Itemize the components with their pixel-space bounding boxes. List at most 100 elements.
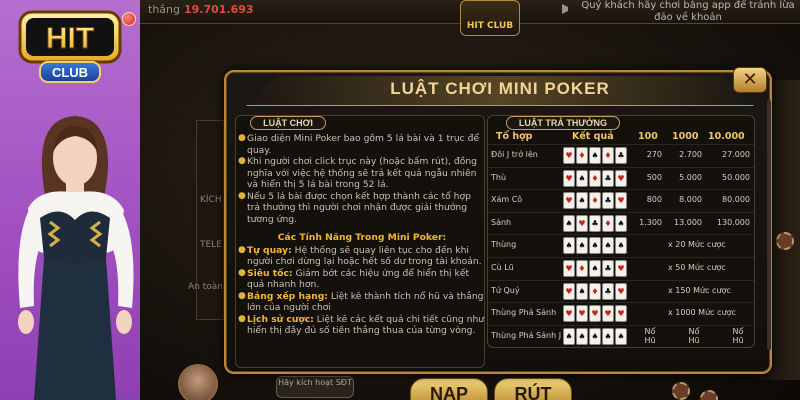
combo-name: Xám Cô	[491, 195, 523, 205]
playing-card: ♦	[589, 192, 601, 210]
playing-card: ♥	[602, 305, 614, 323]
payout-value: 50.000	[722, 172, 750, 182]
rule-item: ● Nếu 5 lá bài được chọn kết hợp thành cá…	[238, 190, 471, 225]
rules-header: LUẬT CHƠI	[250, 116, 326, 130]
activate-phone-button[interactable]: Hãy kích hoạt SĐT	[276, 376, 354, 398]
row-divider	[488, 234, 754, 236]
header-logo: HIT CLUB	[460, 0, 520, 36]
payout-value: 270	[646, 150, 662, 159]
payout-header: LUẬT TRẢ THƯỞNG	[506, 116, 620, 130]
playing-card: ♦	[576, 147, 588, 164]
card-hand: ♥ ♥ ♥ ♥ ♥	[563, 305, 627, 323]
scrollbar[interactable]	[767, 100, 771, 350]
payout-multiplier: x 150 Mức cược	[668, 285, 731, 295]
card-hand: ♠ ♥ ♣ ♦ ♠	[563, 214, 627, 232]
combo-name: Thù	[491, 172, 507, 182]
payout-value: 5.000	[679, 172, 702, 182]
row-divider	[488, 279, 754, 281]
playing-card: ♦	[602, 147, 614, 164]
row-divider	[488, 189, 754, 191]
col-100: 100	[638, 131, 658, 142]
playing-card: ♥	[563, 305, 575, 323]
playing-card: ♣	[602, 282, 614, 300]
payout-value: 27.000	[722, 150, 750, 159]
playing-card: ♥	[615, 305, 627, 323]
combo-name: Tứ Quý	[491, 285, 520, 295]
playing-card: ♥	[563, 282, 575, 300]
svg-text:HIT: HIT	[46, 22, 94, 55]
features-heading: Các Tính Năng Trong Mini Poker:	[277, 232, 447, 243]
win-label: thắng	[148, 3, 180, 16]
playing-card: ♠	[589, 260, 601, 277]
payout-value: 800	[646, 195, 662, 205]
playing-card: ♦	[589, 282, 601, 300]
close-icon: ✕	[742, 69, 758, 90]
payout-multiplier: x 50 Mức cược	[668, 263, 726, 272]
feature-item: ● Bảng xếp hạng: Liệt kê thành tích nổ hũ…	[238, 290, 484, 314]
col-combo: Tổ hợp	[496, 131, 533, 142]
row-divider	[488, 166, 754, 168]
rules-text: ● Giao diện Mini Poker bao gồm 5 lá bài v…	[238, 133, 486, 337]
payout-multiplier: x 1000 Mức cược	[668, 308, 736, 318]
payout-value: 1.300	[639, 217, 662, 227]
payout-value: 13.000	[674, 217, 702, 227]
playing-card: ♥	[563, 260, 575, 277]
modal-title: LUẬT CHƠI MINI POKER	[390, 79, 610, 98]
card-hand: ♥ ♠ ♦ ♣ ♥	[563, 282, 627, 300]
hit-club-logo: HIT CLUB	[18, 10, 122, 83]
card-hand: ♠ ♠ ♠ ♠ ♠	[563, 237, 627, 255]
playing-card: ♣	[602, 260, 614, 277]
withdraw-button[interactable]: RÚT	[494, 378, 572, 400]
row-divider	[488, 324, 754, 326]
chip-icon	[700, 390, 718, 400]
playing-card: ♠	[602, 327, 614, 345]
side-text-2: TELE	[200, 240, 222, 250]
combo-name: Thùng Phá Sảnh	[491, 308, 557, 318]
playing-card: ♥	[589, 305, 601, 323]
playing-card: ♥	[576, 305, 588, 323]
combo-name: Thùng	[491, 240, 517, 250]
notice-marquee: Quý khách hãy chơi bằng app để tránh lừa…	[581, 0, 795, 23]
card-hand: ♥ ♠ ♦ ♣ ♥	[563, 169, 627, 187]
playing-card: ♠	[589, 147, 601, 164]
combo-name: Đôi J trở lên	[491, 150, 538, 159]
card-hand: ♠ ♠ ♠ ♠ ♠	[563, 327, 627, 345]
side-text-3: An toàn	[188, 282, 223, 292]
jackpot-label: Nổ Hũ	[644, 326, 656, 345]
win-value: 19.701.693	[184, 3, 254, 16]
playing-card: ♠	[576, 327, 588, 345]
notification-dot	[122, 12, 136, 26]
playing-card: ♦	[589, 169, 601, 187]
payout-value: 8.000	[679, 195, 702, 205]
combo-name: Cù Lũ	[491, 263, 514, 272]
playing-card: ♠	[615, 237, 627, 255]
payout-value: 2.700	[679, 150, 702, 159]
row-divider	[488, 211, 754, 213]
playing-card: ♥	[563, 169, 575, 187]
playing-card: ♥	[576, 214, 588, 232]
mascot-illustration	[18, 116, 134, 400]
combo-name: Thùng Phá Sảnh J	[491, 330, 562, 340]
jackpot-label: Nổ Hũ	[732, 326, 744, 345]
playing-card: ♠	[576, 237, 588, 255]
row-divider	[488, 257, 754, 258]
promo-strip: HIT CLUB	[0, 0, 140, 400]
card-hand: ♥ ♦ ♠ ♣ ♥	[563, 260, 627, 277]
card-hand: ♥ ♦ ♠ ♦ ♣	[563, 147, 627, 164]
playing-card: ♠	[576, 192, 588, 210]
playing-card: ♠	[589, 237, 601, 255]
feature-item: ● Tự quay: Hệ thống sẽ quay liên tục cho …	[238, 244, 482, 268]
col-10000: 10.000	[708, 131, 745, 142]
rule-item: ● Khi người chơi click trục này (hoặc bấm…	[238, 156, 477, 190]
playing-card: ♠	[589, 327, 601, 345]
playing-card: ♠	[576, 282, 588, 300]
playing-card: ♦	[602, 214, 614, 232]
playing-card: ♠	[563, 214, 575, 232]
playing-card: ♠	[563, 237, 575, 255]
col-result: Kết quả	[572, 131, 614, 142]
avatar[interactable]	[178, 364, 218, 400]
close-button[interactable]: ✕	[733, 67, 767, 93]
deposit-button[interactable]: NẠP	[410, 378, 488, 400]
col-1000: 1000	[672, 131, 699, 142]
payout-value: 500	[646, 172, 662, 182]
